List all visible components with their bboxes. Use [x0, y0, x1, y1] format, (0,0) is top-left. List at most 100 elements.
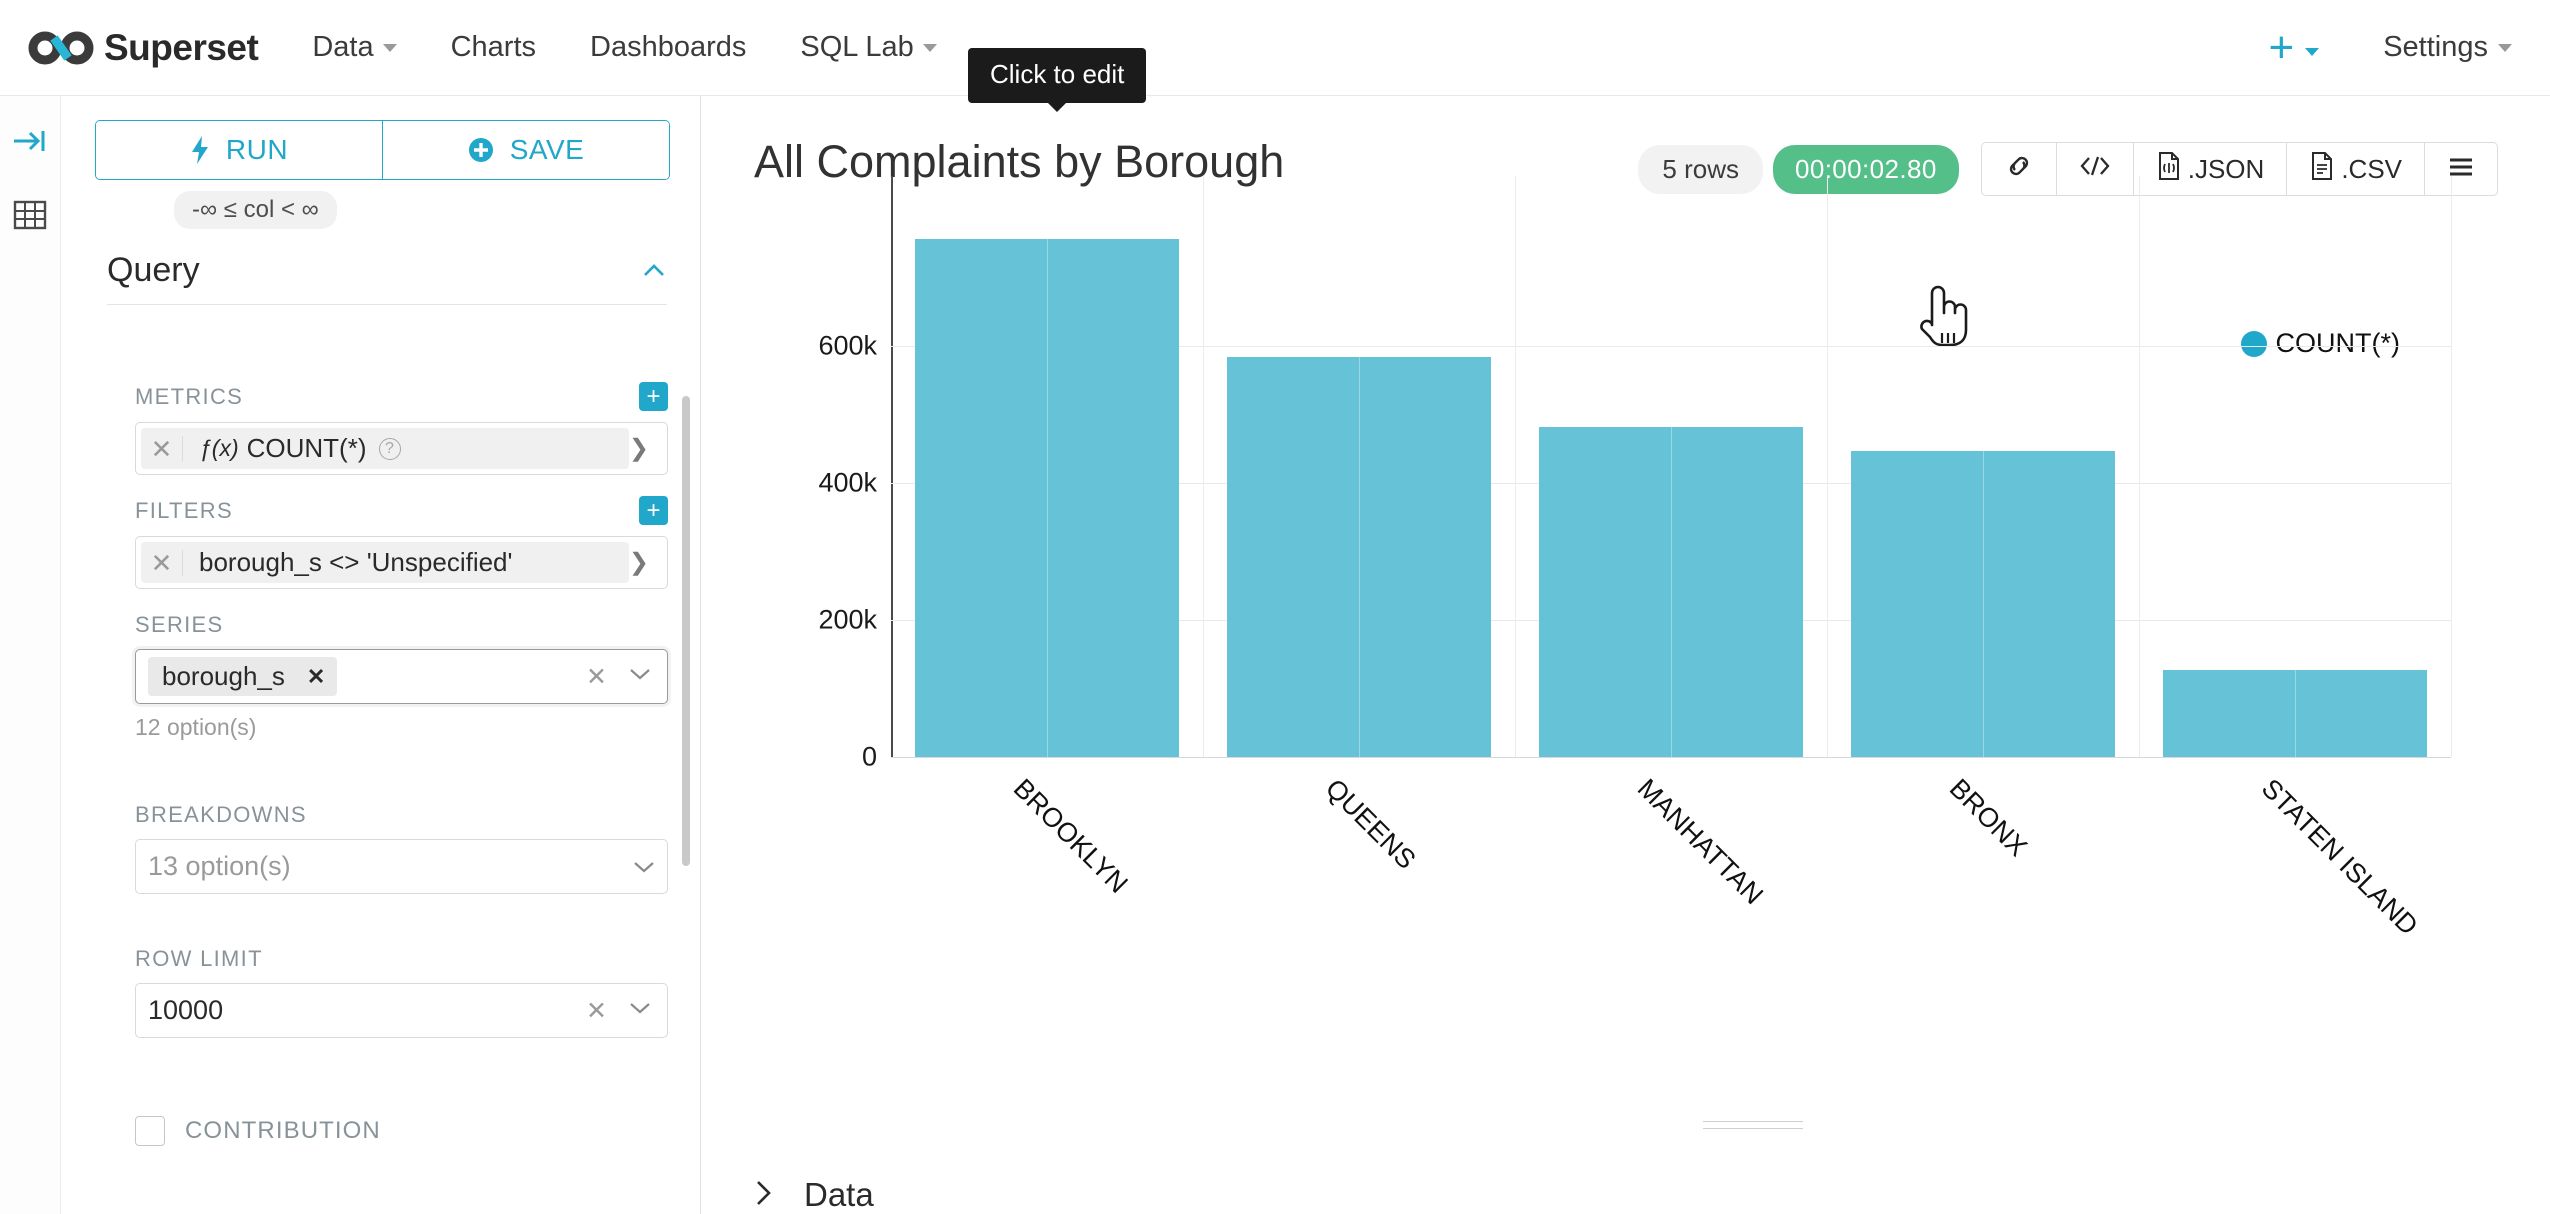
brand-logo[interactable]: Superset: [28, 25, 259, 71]
chevron-down-icon[interactable]: [633, 852, 655, 881]
y-axis-tick-label: 400k: [818, 467, 877, 498]
run-save-button-group: RUN SAVE: [95, 120, 670, 180]
chevron-down-icon[interactable]: [629, 667, 651, 686]
series-tag-label: borough_s: [162, 661, 285, 691]
chevron-down-icon: [2305, 47, 2320, 56]
metric-value: COUNT(*): [246, 433, 367, 463]
bar-chart-plot: 0 200k 400k 600k BROOKLYN QUEENS MANHATTAN BRON…: [701, 96, 2550, 1214]
nav-item-dashboards[interactable]: Dashboards: [590, 31, 746, 64]
top-navbar: Superset Data Charts Dashboards SQL Lab …: [0, 0, 2550, 96]
bar-center-line: [1359, 356, 1360, 757]
add-filter-button[interactable]: +: [639, 496, 668, 525]
infinity-logo-icon: [28, 25, 94, 71]
panel-scrollbar[interactable]: [682, 396, 690, 866]
chevron-right-icon: [754, 1178, 774, 1213]
x-axis-baseline: [891, 757, 2451, 758]
question-circle-icon[interactable]: ?: [378, 437, 401, 460]
settings-menu[interactable]: Settings: [2383, 31, 2512, 64]
row-limit-value: 10000: [148, 995, 224, 1025]
table-grid-icon[interactable]: [11, 196, 49, 234]
filter-chip[interactable]: ✕ borough_s <> 'Unspecified': [141, 542, 629, 583]
breakdowns-field: BREAKDOWNS 13 option(s): [135, 802, 668, 894]
x-axis-tick-label: BROOKLYN: [1007, 773, 1134, 899]
close-icon[interactable]: ✕: [141, 435, 183, 462]
nav-item-sql-lab[interactable]: SQL Lab: [800, 31, 937, 64]
save-button[interactable]: SAVE: [383, 121, 669, 179]
series-label: SERIES: [135, 612, 224, 637]
bar-center-line: [2295, 669, 2296, 757]
nav-item-data-label: Data: [312, 31, 374, 63]
nav-item-charts-label: Charts: [450, 31, 537, 63]
clear-icon[interactable]: ✕: [586, 662, 607, 692]
time-range-pill[interactable]: -∞ ≤ col < ∞: [174, 191, 337, 229]
contribution-field[interactable]: CONTRIBUTION: [135, 1116, 668, 1146]
bar-center-line: [1047, 238, 1048, 757]
data-section-label: Data: [804, 1176, 874, 1213]
run-button-label: RUN: [225, 134, 289, 165]
x-axis-tick-label: QUEENS: [1319, 773, 1422, 875]
left-icon-rail: [0, 96, 61, 1214]
add-metric-button[interactable]: +: [639, 382, 668, 411]
control-panel: RUN SAVE -∞ ≤ col < ∞ Query METRICS + ✕: [61, 96, 701, 1214]
x-axis-tick-label: STATEN ISLAND: [2255, 773, 2424, 941]
chevron-right-icon[interactable]: ❯: [629, 434, 649, 463]
row-limit-select[interactable]: 10000 ✕: [135, 983, 668, 1038]
click-to-edit-tooltip: Click to edit: [968, 48, 1147, 112]
nav-item-data[interactable]: Data: [312, 31, 397, 64]
metrics-label: METRICS: [135, 383, 244, 409]
metric-chip[interactable]: ✕ ƒ(x) COUNT(*) ?: [141, 428, 629, 469]
series-tag: borough_s ✕: [148, 657, 338, 696]
x-gridline: [1515, 176, 1516, 757]
brand-name: Superset: [104, 26, 259, 68]
function-icon: ƒ(x): [199, 435, 239, 461]
contribution-checkbox[interactable]: [135, 1116, 165, 1146]
nav-item-sql-lab-label: SQL Lab: [800, 31, 914, 63]
row-limit-label: ROW LIMIT: [135, 946, 263, 971]
query-section-title: Query: [107, 251, 200, 289]
bar-center-line: [1983, 450, 1984, 757]
filter-value: borough_s <> 'Unspecified': [199, 547, 513, 577]
filters-control[interactable]: ✕ borough_s <> 'Unspecified' ❯: [135, 536, 668, 589]
data-section-toggle[interactable]: Data: [754, 1176, 874, 1214]
close-icon[interactable]: ✕: [141, 549, 183, 576]
metrics-label-row: METRICS +: [135, 382, 668, 411]
nav-item-charts[interactable]: Charts: [451, 31, 536, 64]
y-axis-tick-label: 0: [861, 741, 877, 772]
metrics-control[interactable]: ✕ ƒ(x) COUNT(*) ? ❯: [135, 422, 668, 475]
series-hint: 12 option(s): [135, 714, 257, 740]
filters-label-row: FILTERS +: [135, 496, 668, 525]
chart-resize-handle[interactable]: [1703, 1121, 1803, 1135]
chevron-down-icon[interactable]: [629, 1001, 651, 1020]
y-axis-tick-label: 600k: [818, 330, 877, 361]
x-axis-tick-label: MANHATTAN: [1631, 773, 1769, 911]
series-select[interactable]: borough_s ✕ ✕: [135, 649, 668, 704]
filters-field: FILTERS + ✕ borough_s <> 'Unspecified' ❯: [135, 496, 668, 589]
breakdowns-placeholder: 13 option(s): [148, 851, 291, 881]
x-gridline: [1203, 176, 1204, 757]
tooltip-text: Click to edit: [990, 59, 1125, 89]
query-section-header[interactable]: Query: [107, 251, 667, 305]
y-axis-line: [891, 176, 893, 757]
x-axis-tick-label: BRONX: [1943, 773, 2033, 863]
clear-icon[interactable]: ✕: [586, 996, 607, 1026]
x-gridline: [2451, 176, 2452, 757]
chevron-down-icon: [382, 43, 397, 52]
new-item-button[interactable]: +: [2269, 25, 2320, 70]
breakdowns-label: BREAKDOWNS: [135, 802, 307, 827]
filters-label: FILTERS: [135, 497, 233, 523]
breakdowns-select[interactable]: 13 option(s): [135, 839, 668, 894]
expand-panel-icon[interactable]: [11, 122, 49, 160]
run-button[interactable]: RUN: [96, 121, 383, 179]
x-gridline: [2139, 176, 2140, 757]
series-field: SERIES borough_s ✕ ✕ 12 option(s): [135, 612, 668, 741]
chevron-right-icon[interactable]: ❯: [629, 548, 649, 577]
save-button-label: SAVE: [509, 134, 585, 165]
plus-circle-icon: [468, 137, 494, 163]
bar-center-line: [1671, 427, 1672, 757]
chevron-down-icon: [922, 43, 937, 52]
close-icon[interactable]: ✕: [307, 664, 325, 690]
row-limit-field: ROW LIMIT 10000 ✕: [135, 946, 668, 1038]
chevron-down-icon: [2498, 43, 2512, 52]
chevron-up-icon[interactable]: [641, 258, 667, 284]
y-axis-tick-label: 200k: [818, 604, 877, 635]
